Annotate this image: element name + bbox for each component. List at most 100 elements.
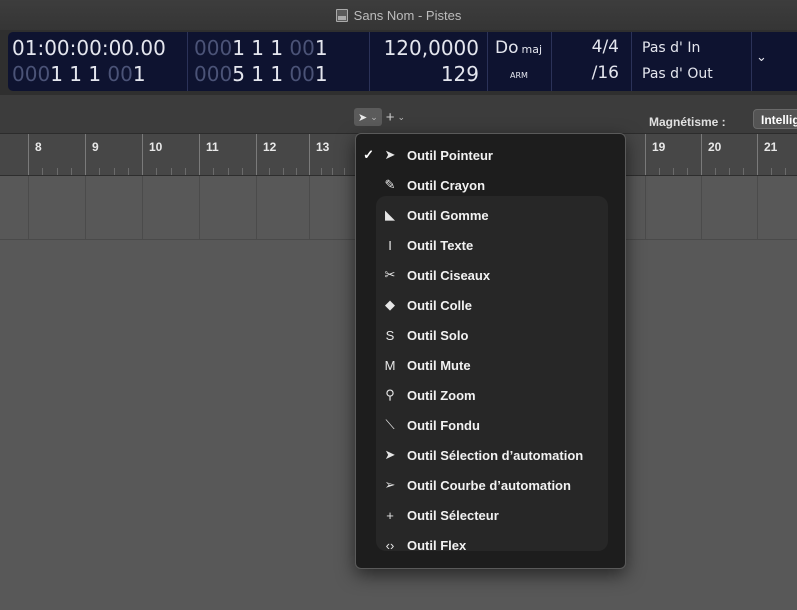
ruler-minor-tick <box>729 168 730 175</box>
mute-icon: M <box>384 357 396 373</box>
menu-item-magnifier[interactable]: ⚲ Outil Zoom <box>356 380 625 410</box>
ruler-minor-tick <box>228 168 229 175</box>
grid-line <box>645 176 646 239</box>
ruler-minor-tick <box>99 168 100 175</box>
ruler-minor-tick <box>185 168 186 175</box>
menu-item-label: Outil Zoom <box>407 387 476 403</box>
ruler-minor-tick <box>332 168 333 175</box>
ruler-bar <box>701 134 702 175</box>
lcd-arm-label: ARM <box>510 71 528 80</box>
lcd-menu-button[interactable]: ⌄ <box>752 32 797 91</box>
ruler-minor-tick <box>344 168 345 175</box>
ruler-bar-number: 9 <box>92 140 99 154</box>
menu-item-text-cursor[interactable]: I Outil Texte <box>356 230 625 260</box>
menu-item-label: Outil Mute <box>407 357 471 373</box>
menu-item-automation-select[interactable]: ➤ Outil Sélection d’automation <box>356 440 625 470</box>
menu-item-label: Outil Courbe d’automation <box>407 477 571 493</box>
grid-line <box>199 176 200 239</box>
menu-item-pencil[interactable]: ✎ Outil Crayon <box>356 170 625 200</box>
ruler-minor-tick <box>171 168 172 175</box>
ruler-minor-tick <box>57 168 58 175</box>
menu-item-mute[interactable]: M Outil Mute <box>356 350 625 380</box>
chevron-down-icon: ⌄ <box>370 111 378 122</box>
document-icon <box>335 8 348 22</box>
ruler-bar <box>645 134 646 175</box>
ruler-minor-tick <box>283 168 284 175</box>
glue-icon: ◆ <box>385 297 395 312</box>
checkmark-icon: ✓ <box>363 147 374 162</box>
ruler-minor-tick <box>785 168 786 175</box>
solo-icon: S <box>385 327 395 343</box>
menu-item-eraser[interactable]: ◣ Outil Gomme <box>356 200 625 230</box>
menu-item-label: Outil Fondu <box>407 417 480 433</box>
automation-select-icon: ➤ <box>384 447 396 462</box>
lcd-key: Do maj <box>495 38 543 58</box>
menu-item-label: Outil Pointeur <box>407 147 493 163</box>
lcd-time-cell[interactable]: 01:00:00:00.00 0001 1 1 001 <box>8 32 188 91</box>
ruler-minor-tick <box>242 168 243 175</box>
ruler-minor-tick <box>321 168 322 175</box>
tool-menu: ✓ ➤ Outil Pointeur ✎ Outil Crayon ◣ Outil Gomm… <box>355 133 626 569</box>
menu-item-label: Outil Texte <box>407 237 474 253</box>
window-titlebar: Sans Nom - Pistes <box>0 0 797 30</box>
ruler-bar-number: 21 <box>764 140 778 154</box>
automation-curve-icon: ➢ <box>384 477 396 492</box>
pencil-icon: ✎ <box>384 177 396 192</box>
marquee-icon: + <box>386 507 394 523</box>
lcd-tempo: 120,0000 <box>383 36 479 60</box>
lcd-punch-out: Pas d' Out <box>642 66 713 82</box>
menu-item-solo[interactable]: S Outil Solo <box>356 320 625 350</box>
ruler-bar <box>28 134 29 175</box>
tool-selectors: ➤ ⌄ + ⌄ <box>354 107 409 127</box>
ruler-bar-number: 13 <box>316 140 330 154</box>
menu-item-marquee[interactable]: + Outil Sélecteur <box>356 500 625 530</box>
menu-item-fade[interactable]: ⟍ Outil Fondu <box>356 410 625 440</box>
arrow-pointer-icon: ➤ <box>384 147 396 162</box>
ruler-bar <box>142 134 143 175</box>
ruler-bar-number: 20 <box>708 140 722 154</box>
snap-label: Magnétisme : <box>649 115 726 129</box>
ruler-bar <box>199 134 200 175</box>
ruler-minor-tick <box>42 168 43 175</box>
fade-icon: ⟍ <box>385 417 395 432</box>
ruler-minor-tick <box>743 168 744 175</box>
lcd-punch-in: Pas d' In <box>642 40 701 56</box>
menu-item-arrow-pointer[interactable]: ✓ ➤ Outil Pointeur <box>356 140 625 170</box>
ruler-minor-tick <box>269 168 270 175</box>
ruler-bar-number: 10 <box>149 140 163 154</box>
menu-item-glue[interactable]: ◆ Outil Colle <box>356 290 625 320</box>
grid-line <box>256 176 257 239</box>
ruler-minor-tick <box>128 168 129 175</box>
lcd-display[interactable]: 01:00:00:00.00 0001 1 1 001 0001 1 1 001… <box>8 32 797 91</box>
grid-line <box>309 176 310 239</box>
ruler-minor-tick <box>687 168 688 175</box>
snap-mode-select[interactable]: Intelligent <box>753 109 797 129</box>
lcd-locators-cell[interactable]: 0001 1 1 001 0005 1 1 001 <box>188 32 370 91</box>
ruler-minor-tick <box>296 168 297 175</box>
menu-item-label: Outil Sélection d’automation <box>407 447 584 463</box>
lcd-signature-cell[interactable]: 4/4 /16 <box>552 32 632 91</box>
grid-line <box>701 176 702 239</box>
flex-icon: ‹› <box>385 537 395 553</box>
lcd-punch-cell[interactable]: Pas d' In Pas d' Out <box>632 32 752 91</box>
menu-item-scissors[interactable]: ✂ Outil Ciseaux <box>356 260 625 290</box>
control-bar: 01:00:00:00.00 0001 1 1 001 0001 1 1 001… <box>0 30 797 95</box>
menu-item-label: Outil Gomme <box>407 207 489 223</box>
ruler-bar-number: 19 <box>652 140 666 154</box>
chevron-down-icon: ⌄ <box>397 111 406 122</box>
lcd-division: /16 <box>591 63 619 83</box>
lcd-smpte-time: 01:00:00:00.00 <box>12 36 166 60</box>
lcd-tempo-cell[interactable]: 120,0000 129 <box>370 32 488 91</box>
left-tool-menu-button[interactable]: ➤ ⌄ <box>354 108 382 126</box>
menu-item-automation-curve[interactable]: ➢ Outil Courbe d’automation <box>356 470 625 500</box>
menu-item-flex[interactable]: ‹› Outil Flex <box>356 530 625 560</box>
lcd-key-cell[interactable]: Do maj ARM <box>488 32 552 91</box>
text-cursor-icon: I <box>388 237 392 253</box>
ruler-minor-tick <box>715 168 716 175</box>
chevron-down-icon: ⌄ <box>756 50 767 65</box>
ruler-minor-tick <box>771 168 772 175</box>
menu-item-label: Outil Solo <box>407 327 469 343</box>
menu-item-label: Outil Ciseaux <box>407 267 491 283</box>
right-tool-menu-button[interactable]: + ⌄ <box>382 108 409 126</box>
lcd-left-locator: 0001 1 1 001 <box>194 36 328 60</box>
